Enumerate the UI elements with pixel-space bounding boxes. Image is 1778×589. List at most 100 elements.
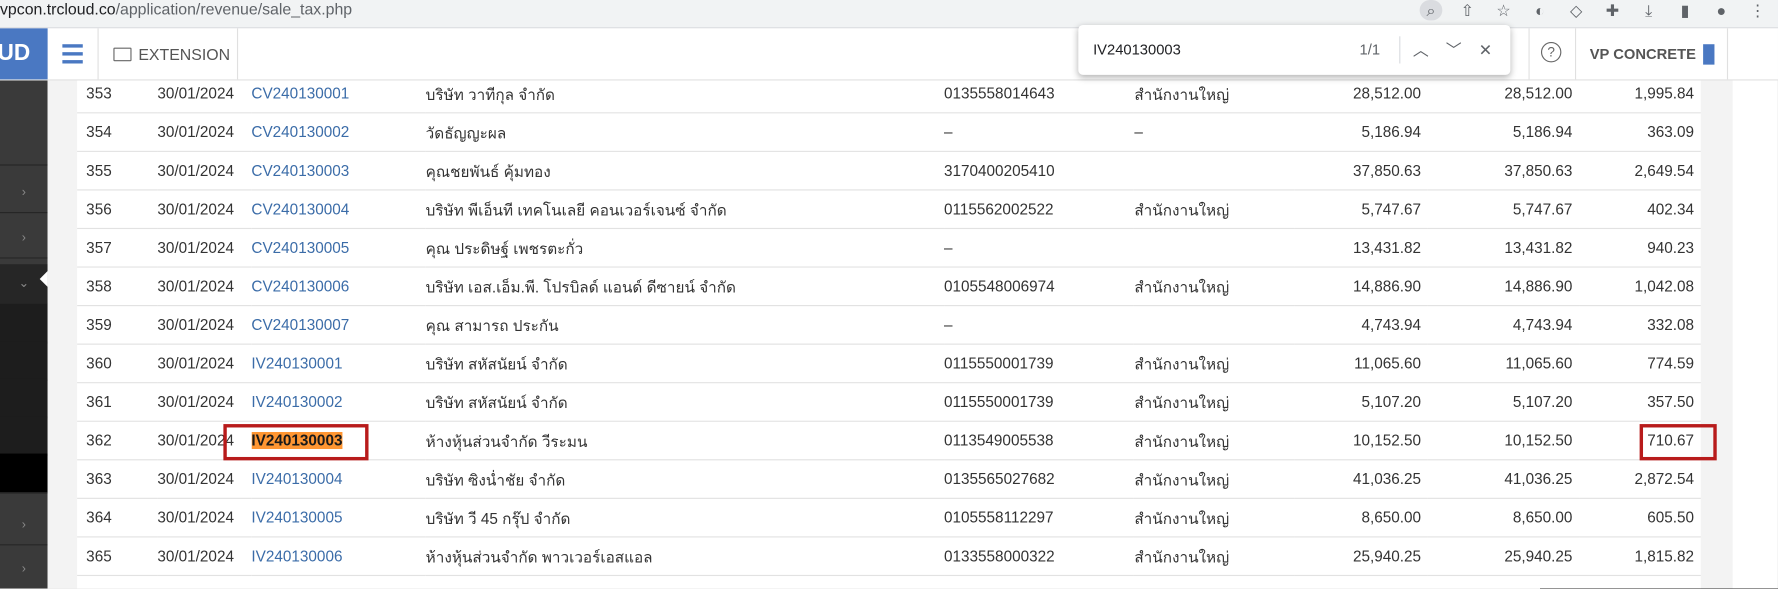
chevron-down-icon: ⌄: [18, 276, 30, 291]
sidebar-item[interactable]: [0, 81, 48, 166]
puzzle-icon[interactable]: ✚: [1601, 0, 1624, 20]
row-branch: [1134, 151, 1295, 191]
shield-icon[interactable]: ◇: [1565, 0, 1588, 20]
row-document-link[interactable]: CV240130007: [251, 305, 426, 345]
url-text[interactable]: vpcon.trcloud.co/application/revenue/sal…: [0, 0, 352, 18]
table-row: 356 30/01/2024 CV240130004 บริษัท พีเอ็นที …: [77, 189, 1701, 230]
find-in-page-bar: IV240130003 1/1 ︿ ﹀ ✕: [1078, 24, 1511, 75]
chevron-right-icon: ›: [21, 562, 26, 577]
monitor-icon: [113, 47, 132, 61]
row-customer-name: วัดธัญญะผล: [425, 112, 944, 152]
row-total: 8,650.00: [1427, 498, 1580, 538]
row-document-link[interactable]: CV240130005: [251, 228, 426, 268]
table-body: 353 30/01/2024 CV240130001 บริษัท วาทีกุล จ…: [77, 74, 1701, 577]
row-total: 14,886.90: [1427, 267, 1580, 307]
row-amount: 5,186.94: [1294, 112, 1428, 152]
row-total: 4,743.94: [1427, 305, 1580, 345]
row-branch: สำนักงานใหญ่: [1134, 74, 1295, 114]
row-document-link[interactable]: CV240130006: [251, 267, 426, 307]
extension-button[interactable]: EXTENSION: [100, 28, 239, 80]
row-number: 365: [77, 536, 158, 577]
row-document-link[interactable]: IV240130001: [251, 344, 426, 384]
share-icon[interactable]: ⇧: [1456, 0, 1479, 20]
row-number: 355: [77, 151, 158, 191]
row-vat: 332.08: [1579, 305, 1701, 345]
profile-icon[interactable]: ●: [1710, 0, 1733, 20]
find-input[interactable]: IV240130003: [1093, 41, 1181, 58]
row-customer-name: ห้างหุ้นส่วนจำกัด พาวเวอร์เอสแอล: [425, 536, 944, 577]
row-branch: สำนักงานใหญ่: [1134, 421, 1295, 461]
row-tax-id: 0105558112297: [943, 498, 1135, 538]
row-number: 361: [77, 382, 158, 422]
row-tax-id: –: [943, 228, 1135, 268]
row-document-link[interactable]: IV240130006: [251, 536, 426, 577]
sidebar-item[interactable]: ›: [0, 550, 48, 589]
sidebar-subitem[interactable]: [0, 378, 48, 419]
download-icon[interactable]: ⤓: [1637, 0, 1660, 20]
row-number: 362: [77, 421, 158, 461]
building-icon: [1702, 43, 1715, 65]
row-amount: 5,107.20: [1294, 382, 1428, 422]
hamburger-menu-button[interactable]: [48, 28, 99, 80]
row-document-link[interactable]: CV240130003: [251, 151, 426, 191]
row-branch: สำนักงานใหญ่: [1134, 344, 1295, 384]
star-icon[interactable]: ☆: [1492, 0, 1515, 20]
find-match-count: 1/1: [1359, 40, 1381, 58]
row-vat: 605.50: [1579, 498, 1701, 538]
row-total: 11,065.60: [1427, 344, 1580, 384]
page-scrollbar[interactable]: [1700, 80, 1733, 589]
chevron-down-icon[interactable]: ﹀: [1440, 36, 1467, 63]
sidebar-item[interactable]: ›: [0, 173, 48, 214]
chevron-up-icon[interactable]: ︿: [1407, 36, 1434, 63]
row-total: 13,431.82: [1427, 228, 1580, 268]
row-vat: 363.09: [1579, 112, 1701, 152]
row-branch: สำนักงานใหญ่: [1134, 498, 1295, 538]
row-vat: 1,815.82: [1579, 536, 1701, 577]
row-document-link[interactable]: CV240130002: [251, 112, 426, 152]
row-document-link[interactable]: IV240130002: [251, 382, 426, 422]
sidebar-subitem[interactable]: [0, 453, 48, 494]
row-customer-name: บริษัท พีเอ็นที เทคโนเลยี คอนเวอร์เจนซ์ …: [425, 189, 944, 230]
row-tax-id: 0115550001739: [943, 382, 1135, 422]
table-row: 357 30/01/2024 CV240130005 คุณ ประดิษฐ์ เพช…: [77, 228, 1701, 268]
row-document-link[interactable]: IV240130004: [251, 459, 426, 499]
sidebar-subitem[interactable]: [0, 416, 48, 456]
row-date: 30/01/2024: [157, 267, 252, 307]
kebab-menu-icon[interactable]: ⋮: [1746, 0, 1769, 20]
row-branch: –: [1134, 112, 1295, 152]
row-amount: 28,512.00: [1294, 74, 1428, 114]
row-customer-name: คุณ สามารถ ประกัน: [425, 305, 944, 345]
row-document-link[interactable]: CV240130004: [251, 189, 426, 230]
sidebar: › › ⌄ › ›: [0, 80, 48, 589]
chevron-right-icon: ›: [21, 518, 26, 532]
row-document-link[interactable]: CV240130001: [251, 74, 426, 114]
row-customer-name: บริษัท วี 45 กรุ๊ป จำกัด: [425, 498, 944, 538]
sidebar-item[interactable]: ›: [0, 506, 48, 546]
row-amount: 41,036.25: [1294, 459, 1428, 499]
row-amount: 13,431.82: [1294, 228, 1428, 268]
browser-address-bar[interactable]: vpcon.trcloud.co/application/revenue/sal…: [0, 0, 1778, 29]
table-row: 358 30/01/2024 CV240130006 บริษัท เอส.เอ็ม.…: [77, 267, 1701, 307]
row-number: 354: [77, 112, 158, 152]
row-document-link[interactable]: IV240130005: [251, 498, 426, 538]
extension-chat-icon[interactable]: ◐: [1528, 0, 1551, 20]
table-row: 355 30/01/2024 CV240130003 คุณชยพันธ์ คุ้มท…: [77, 151, 1701, 191]
row-number: 358: [77, 267, 158, 307]
row-branch: สำนักงานใหญ่: [1134, 267, 1295, 307]
row-customer-name: บริษัท วาทีกุล จำกัด: [425, 74, 944, 114]
row-date: 30/01/2024: [157, 459, 252, 499]
row-total: 28,512.00: [1427, 74, 1580, 114]
app-header: UD EXTENSION ? VP CONCRETE: [0, 28, 1778, 81]
sidebar-item[interactable]: ›: [0, 219, 48, 259]
active-indicator: [39, 271, 48, 287]
search-page-icon[interactable]: ⌕: [1419, 0, 1443, 21]
sidepanel-icon[interactable]: ▮: [1674, 0, 1697, 20]
row-date: 30/01/2024: [157, 305, 252, 345]
sidebar-subitem[interactable]: [0, 303, 48, 344]
sidebar-subitem[interactable]: [0, 341, 48, 381]
company-selector[interactable]: VP CONCRETE: [1581, 28, 1729, 80]
close-icon[interactable]: ✕: [1472, 36, 1499, 63]
table-row: 365 30/01/2024 IV240130006 ห้างหุ้นส่วนจำกั…: [77, 536, 1701, 577]
help-button[interactable]: ?: [1528, 28, 1577, 80]
row-amount: 10,152.50: [1294, 421, 1428, 461]
